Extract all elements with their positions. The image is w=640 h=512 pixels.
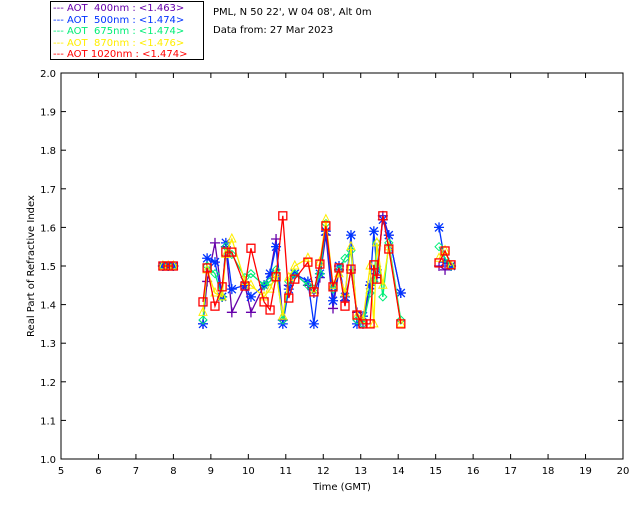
x-tick-label: 19 — [579, 466, 592, 477]
data-point-1 — [339, 291, 350, 302]
y-tick-label: 1.9 — [40, 108, 56, 119]
data-point-1 — [226, 284, 237, 295]
x-tick-label: 17 — [504, 466, 517, 477]
x-tick-label: 20 — [617, 466, 630, 477]
x-tick-label: 8 — [170, 466, 176, 477]
x-tick-label: 7 — [133, 466, 139, 477]
y-tick-label: 1.2 — [40, 378, 56, 389]
x-tick-label: 10 — [242, 466, 255, 477]
y-tick-label: 1.7 — [40, 185, 56, 196]
x-tick-label: 9 — [208, 466, 214, 477]
x-axis-label: Time (GMT) — [312, 482, 371, 493]
data-point-1 — [328, 295, 339, 306]
data-point-0 — [209, 237, 220, 248]
x-tick-label: 14 — [392, 466, 405, 477]
data-point-0 — [245, 307, 256, 318]
x-tick-label: 6 — [95, 466, 101, 477]
x-tick-label: 13 — [354, 466, 367, 477]
y-tick-label: 1.4 — [40, 301, 56, 312]
y-tick-label: 1.0 — [40, 455, 56, 466]
data-point-1 — [368, 226, 379, 237]
chart: 5 6 7 8 9 10 11 12 13 14 15 16 17 18 19 20 1.0 1.1 1.2 1.3 1… — [26, 69, 630, 493]
x-tick-label: 18 — [542, 466, 555, 477]
x-tick-label: 11 — [279, 466, 292, 477]
y-tick-label: 1.8 — [40, 146, 56, 157]
x-tick-label: 15 — [429, 466, 442, 477]
x-tick-label: 12 — [317, 466, 330, 477]
data-point-1 — [245, 291, 256, 302]
y-tick-label: 1.1 — [40, 416, 56, 427]
y-tick-label: 1.3 — [40, 339, 56, 350]
x-tick-label: 16 — [467, 466, 480, 477]
data-point-1 — [345, 230, 356, 241]
x-tick-label: 5 — [58, 466, 64, 477]
y-axis-label: Real Part of Refractive Index — [26, 195, 37, 337]
data-point-1 — [308, 318, 319, 329]
y-tick-label: 1.6 — [40, 223, 56, 234]
y-tick-label: 2.0 — [40, 69, 56, 80]
data-point-0 — [226, 307, 237, 318]
data-point-1 — [434, 222, 445, 233]
y-tick-label: 1.5 — [40, 262, 56, 273]
